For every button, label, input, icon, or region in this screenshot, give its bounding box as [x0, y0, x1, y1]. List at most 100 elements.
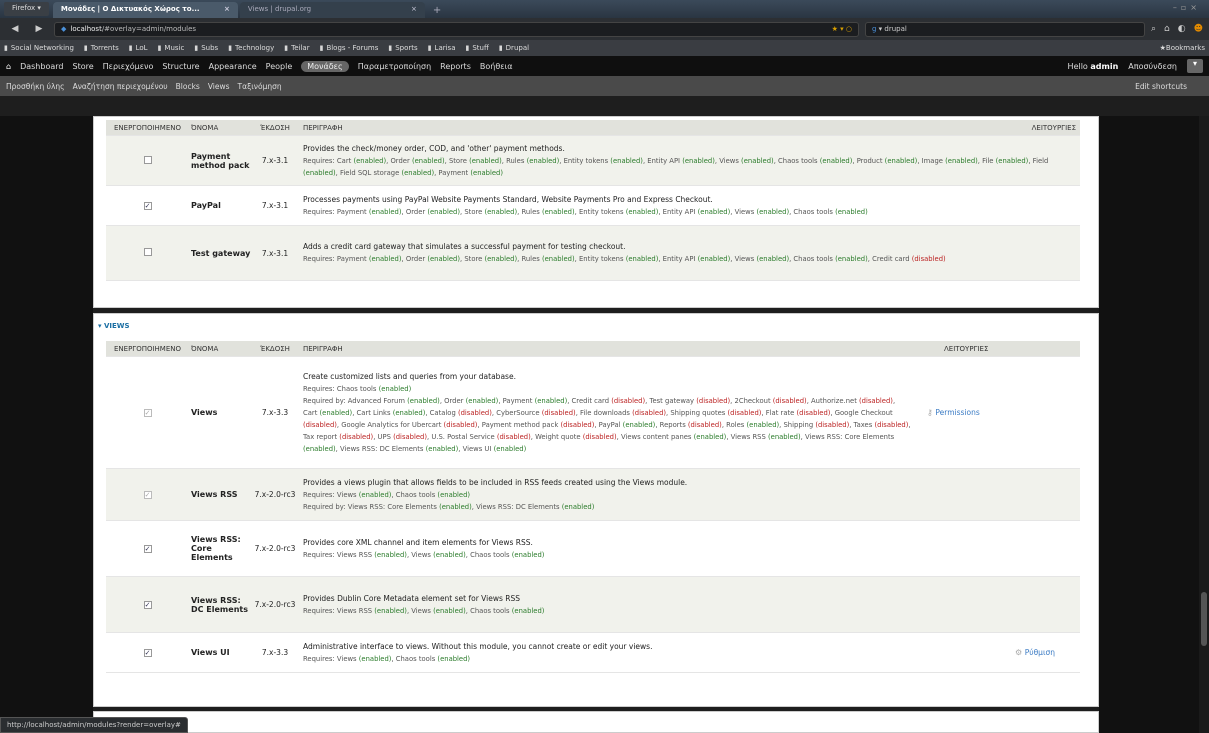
shortcut-add-content[interactable]: Προσθήκη ύλης	[6, 82, 65, 91]
enable-checkbox-locked: ✓	[143, 491, 152, 499]
bookmark-folder[interactable]: ▮ Stuff	[466, 44, 489, 52]
bookmark-folder[interactable]: ▮ Music	[158, 44, 185, 52]
table-row: ✓ Views RSS 7.x-2.0-rc3 Provides a views…	[106, 469, 1080, 521]
module-requires: Requires: Payment (enabled), Order (enab…	[303, 255, 946, 263]
tab-title: Views | drupal.org	[247, 5, 312, 13]
bookmark-folder[interactable]: ▮ Subs	[194, 44, 218, 52]
logout-link[interactable]: Αποσύνδεση	[1128, 62, 1177, 71]
bookmark-label: Subs	[201, 44, 219, 52]
col-operations: ΛΕΙΤΟΥΡΓΙΕΣ	[1031, 123, 1076, 132]
bookmark-folder[interactable]: ▮ Sports	[388, 44, 417, 52]
configure-link[interactable]: Ρύθμιση	[1025, 648, 1055, 657]
folder-icon: ▮	[284, 44, 289, 52]
scrollbar[interactable]	[1199, 116, 1209, 733]
edit-shortcuts-link[interactable]: Edit shortcuts	[1135, 82, 1187, 91]
admin-toolbar: ⌂ Dashboard Store Περιεχόμενο Structure …	[0, 56, 1209, 76]
bookmark-label: Blogs - Forums	[326, 44, 379, 52]
shortcut-taxonomy[interactable]: Ταξινόμηση	[238, 82, 282, 91]
firefox-menu-button[interactable]: Firefox ▾	[4, 2, 49, 16]
module-requires: Requires: Views (enabled), Chaos tools (…	[303, 490, 471, 499]
url-host: localhost	[70, 25, 102, 33]
scrollbar-thumb[interactable]	[1201, 592, 1207, 646]
module-description: Create customized lists and queries from…	[303, 371, 516, 381]
col-description: ΠΕΡΙΓΡΑΦΗ	[303, 344, 343, 353]
col-description: ΠΕΡΙΓΡΑΦΗ	[303, 123, 343, 132]
module-required-by: Required by: Views RSS: Core Elements (e…	[303, 502, 595, 511]
module-requires: Requires: Views RSS (enabled), Views (en…	[303, 606, 545, 615]
table-row: ✓ Views 7.x-3.3 Create customized lists …	[106, 357, 1080, 469]
module-description: Adds a credit card gateway that simulate…	[303, 242, 626, 251]
enable-checkbox[interactable]	[143, 155, 152, 164]
toolbar-item-content[interactable]: Περιεχόμενο	[103, 62, 154, 71]
bookmark-star-icon[interactable]: ★ ▾ ○	[832, 25, 852, 33]
forward-icon[interactable]: ▶	[30, 24, 48, 34]
enable-checkbox[interactable]: ✓	[143, 601, 152, 609]
url-bar[interactable]: ◆ localhost/#overlay=admin/modules ★ ▾ ○	[54, 21, 859, 37]
toolbar-item-reports[interactable]: Reports	[440, 62, 471, 71]
search-input[interactable]: g ▾ drupal	[864, 21, 1145, 37]
home-icon[interactable]: ⌂	[1164, 24, 1170, 34]
module-version: 7.x-3.3	[261, 648, 289, 657]
enable-checkbox[interactable]	[143, 248, 152, 256]
bookmark-folder[interactable]: ▮ Teilar	[284, 44, 309, 52]
bookmark-folder[interactable]: ▮ Larisa	[428, 44, 456, 52]
bookmark-label: Stuff	[472, 44, 489, 52]
tab-strip: Firefox ▾ Μονάδες | Ο Δικτυακός Χώρος το…	[0, 0, 1209, 18]
toolbar-item-dashboard[interactable]: Dashboard	[20, 62, 63, 71]
table-row: ✓ Views RSS: DC Elements 7.x-2.0-rc3 Pro…	[106, 577, 1080, 633]
toolbar-item-structure[interactable]: Structure	[162, 62, 199, 71]
col-operations: ΛΕΙΤΟΥΡΓΙΕΣ	[944, 344, 989, 353]
shortcut-find-content[interactable]: Αναζήτηση περιεχομένου	[73, 82, 168, 91]
module-requires: Requires: Views RSS (enabled), Views (en…	[303, 550, 545, 559]
tab-modules[interactable]: Μονάδες | Ο Δικτυακός Χώρος το... ×	[52, 2, 238, 18]
search-icon[interactable]: ⌕	[1151, 24, 1156, 34]
module-name: Views	[191, 408, 218, 417]
username-link[interactable]: admin	[1090, 62, 1118, 71]
table-row: Test gateway 7.x-3.1 Adds a credit card …	[106, 226, 1080, 281]
bookmark-folder[interactable]: ▮ Torrents	[84, 44, 119, 52]
next-fieldset	[93, 711, 1099, 733]
bookmark-label: Music	[164, 44, 185, 52]
module-name: Views UI	[191, 648, 230, 657]
enable-checkbox[interactable]: ✓	[143, 545, 152, 553]
shortcut-blocks[interactable]: Blocks	[176, 82, 200, 91]
home-icon[interactable]: ⌂	[6, 62, 11, 71]
folder-icon: ▮	[194, 44, 199, 52]
toolbar-item-help[interactable]: Βοήθεια	[480, 62, 513, 71]
views-fieldset-legend[interactable]: ▾ VIEWS	[98, 322, 130, 330]
module-description: Provides the check/money order, COD, and…	[303, 143, 565, 153]
shortcuts-toggle-button[interactable]: ▾	[1187, 59, 1203, 73]
bookmarks-menu[interactable]: ★Bookmarks	[1160, 44, 1205, 52]
module-name: Views RSS: Core Elements	[191, 535, 241, 562]
toolbar-item-people[interactable]: People	[266, 62, 293, 71]
enable-checkbox[interactable]: ✓	[143, 202, 152, 210]
bookmark-folder[interactable]: ▮ Drupal	[499, 44, 529, 52]
close-icon[interactable]: ×	[411, 5, 417, 13]
tab-views-drupal[interactable]: Views | drupal.org ×	[239, 2, 425, 18]
table-row: ✓ Views RSS: Core Elements 7.x-2.0-rc3 P…	[106, 521, 1080, 577]
addon-icon[interactable]: ◐	[1178, 24, 1186, 34]
permissions-link[interactable]: Permissions	[935, 408, 979, 417]
bookmark-folder[interactable]: ▮ Technology	[228, 44, 274, 52]
bookmark-label: LoL	[135, 44, 148, 52]
overlay-backdrop-left	[0, 116, 93, 733]
status-bar: http://localhost/admin/modules?render=ov…	[0, 717, 188, 733]
new-tab-icon[interactable]: +	[427, 3, 447, 18]
bookmark-folder[interactable]: ▮ Social Networking	[4, 44, 74, 52]
module-version: 7.x-3.1	[261, 156, 289, 165]
greasemonkey-icon[interactable]: ☻	[1194, 24, 1203, 34]
enable-checkbox[interactable]: ✓	[143, 649, 152, 657]
toolbar-item-store[interactable]: Store	[72, 62, 93, 71]
bookmark-folder[interactable]: ▮ LoL	[129, 44, 148, 52]
back-icon[interactable]: ◀	[6, 24, 24, 34]
toolbar-item-configuration[interactable]: Παραμετροποίηση	[358, 62, 431, 71]
folder-icon: ▮	[128, 44, 133, 52]
bookmark-folder[interactable]: ▮ Blogs - Forums	[320, 44, 379, 52]
toolbar-item-modules[interactable]: Μονάδες	[301, 60, 349, 72]
window-controls[interactable]: –▫×	[1173, 3, 1201, 12]
views-modules-table: ΕΝΕΡΓΟΠΟΙΗΜΕΝΟ ΌΝΟΜΑ ΈΚΔΟΣΗ ΠΕΡΙΓΡΑΦΗ ΛΕ…	[106, 341, 1080, 673]
overlay-backdrop-right	[1099, 116, 1209, 733]
close-icon[interactable]: ×	[224, 5, 230, 13]
toolbar-item-appearance[interactable]: Appearance	[209, 62, 257, 71]
shortcut-views[interactable]: Views	[208, 82, 230, 91]
